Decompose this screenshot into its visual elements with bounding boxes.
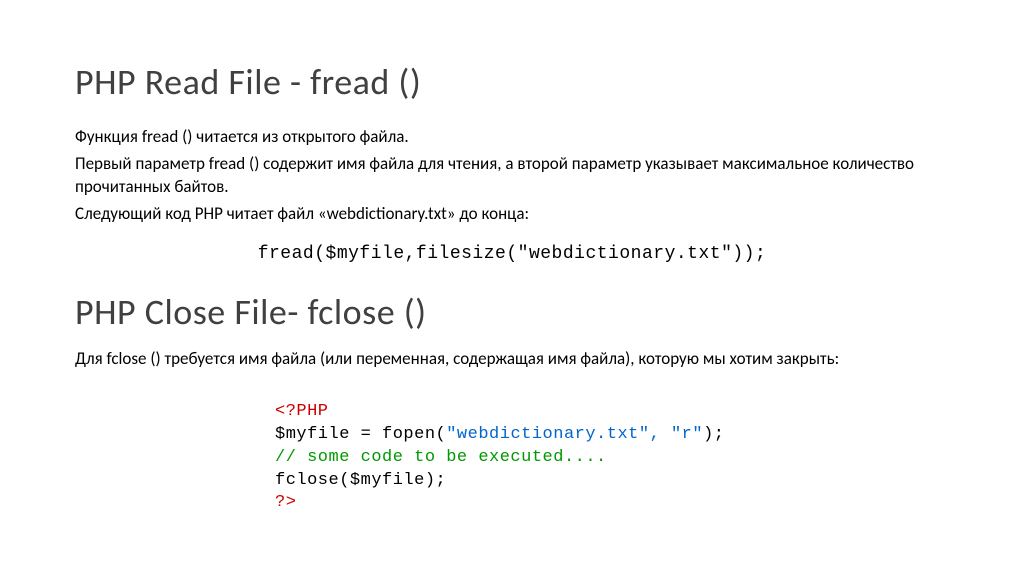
section2-para1: Для fclose () требуется имя файла (или п… — [75, 348, 949, 371]
code-line-4: fclose($myfile); — [275, 470, 949, 493]
code-line-1: <?PHP — [275, 401, 949, 424]
code-line-2-post: ); — [703, 425, 724, 444]
section1-para2: Первый параметр fread () содержит имя фа… — [75, 153, 949, 199]
section1-code: fread($myfile,filesize("webdictionary.tx… — [75, 244, 949, 264]
section1-heading: PHP Read File - fread () — [75, 60, 949, 104]
code-line-3: // some code to be executed.... — [275, 447, 949, 470]
code-line-2-string: "webdictionary.txt", "r" — [446, 425, 703, 444]
code-line-2-pre: $myfile = fopen( — [275, 425, 446, 444]
section1-para1: Функция fread () читается из открытого ф… — [75, 126, 949, 149]
code-line-2: $myfile = fopen("webdictionary.txt", "r"… — [275, 424, 949, 447]
php-close-tag: ?> — [275, 493, 296, 512]
code-line-5: ?> — [275, 492, 949, 515]
php-comment: // some code to be executed.... — [275, 448, 607, 467]
section1-paragraph-block: Функция fread () читается из открытого ф… — [75, 126, 949, 226]
section2-code-block: <?PHP $myfile = fopen("webdictionary.txt… — [275, 401, 949, 516]
section2-heading: PHP Close File- fclose () — [75, 290, 949, 334]
php-open-tag: <?PHP — [275, 402, 329, 421]
section1-para3: Следующий код PHP читает файл «webdictio… — [75, 203, 949, 226]
